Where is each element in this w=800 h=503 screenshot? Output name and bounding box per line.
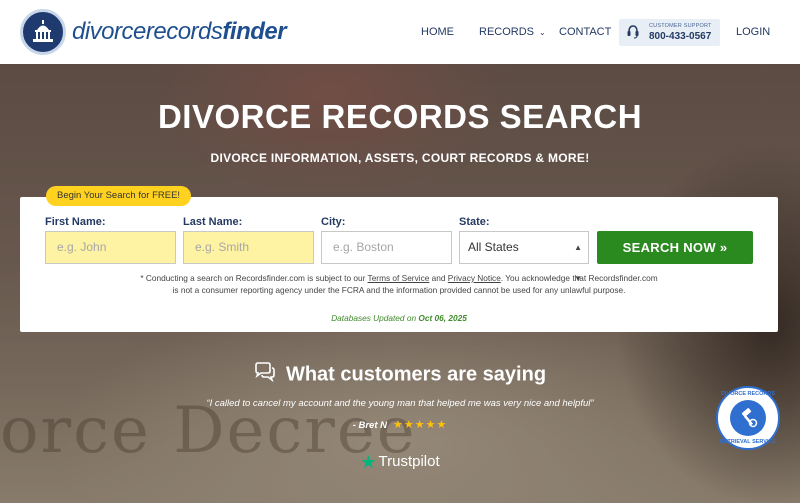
terms-of-service-link[interactable]: Terms of Service	[368, 273, 430, 283]
chat-bubbles-icon	[254, 362, 276, 388]
chevron-down-icon: ⌄	[539, 27, 546, 37]
testimonials-title: What customers are saying	[285, 363, 547, 386]
privacy-notice-link[interactable]: Privacy Notice	[448, 273, 501, 283]
logo-wordmark: divorcerecordsfinder	[72, 18, 287, 46]
city-label: City:	[321, 216, 346, 228]
search-now-button[interactable]: SEARCH NOW »	[597, 231, 753, 264]
state-select-value: All States	[468, 240, 519, 254]
trustpilot-label: Trustpilot	[378, 453, 440, 470]
last-name-label: Last Name:	[183, 216, 243, 228]
search-card	[20, 197, 778, 332]
site-header: divorcerecordsfinder HOME RECORDS ⌄ CONTA…	[0, 0, 800, 64]
logo-text-bold: finder	[222, 18, 287, 45]
support-label: CUSTOMER SUPPORT	[649, 23, 712, 29]
nav-login[interactable]: LOGIN	[736, 0, 770, 64]
trustpilot-star-icon: ★	[360, 452, 377, 472]
last-name-input[interactable]: e.g. Smith	[183, 231, 314, 264]
nav-home[interactable]: HOME	[421, 0, 454, 64]
page-title: DIVORCE RECORDS SEARCH	[157, 98, 643, 135]
testimonial-author: - Bret N	[352, 420, 387, 431]
nav-records-label: RECORDS	[479, 26, 535, 38]
gavel-icon	[730, 400, 766, 436]
nav-contact[interactable]: CONTACT	[559, 0, 611, 64]
five-star-rating-icon: ★★★★★	[393, 419, 448, 431]
nav-records[interactable]: RECORDS ⌄	[479, 0, 546, 64]
nav-home-label: HOME	[421, 26, 454, 38]
retrieval-badge-top: DIVORCE RECORDS	[720, 391, 776, 397]
free-search-badge: Begin Your Search for FREE!	[46, 186, 192, 206]
hero-section: orce Decree DIVORCE RECORDS SEARCH DIVOR…	[0, 64, 800, 503]
db-updated-date: Oct 06, 2025	[418, 313, 467, 323]
logo-text-thin: divorcerecords	[72, 18, 223, 45]
state-label: State:	[459, 216, 490, 228]
testimonial-author-row: - Bret N ★★★★★	[0, 418, 800, 431]
nav-login-label: LOGIN	[736, 26, 771, 38]
nav-contact-label: CONTACT	[559, 26, 612, 38]
disclaimer-line2: is not a consumer reporting agency under…	[172, 285, 626, 295]
capitol-seal-icon	[20, 9, 66, 55]
customer-support-box[interactable]: CUSTOMER SUPPORT 800-433-0567	[619, 19, 720, 46]
trustpilot-logo[interactable]: ★ Trustpilot	[0, 452, 800, 473]
disclaimer-part1: * Conducting a search on Recordsfinder.c…	[140, 273, 368, 283]
first-name-label: First Name:	[45, 216, 106, 228]
testimonials-heading: What customers are saying	[0, 362, 800, 388]
retrieval-service-badge[interactable]: DIVORCE RECORDS RETRIEVAL SERVICE	[716, 386, 780, 450]
databases-updated: Databases Updated on Oct 06, 2025	[20, 313, 778, 323]
headset-icon	[627, 25, 639, 44]
support-phone[interactable]: 800-433-0567	[649, 31, 711, 42]
state-select[interactable]: All States ▲ ▼	[459, 231, 589, 283]
first-name-input[interactable]: e.g. John	[45, 231, 176, 264]
page-subtitle: DIVORCE INFORMATION, ASSETS, COURT RECOR…	[210, 151, 590, 165]
site-logo[interactable]: divorcerecordsfinder	[20, 9, 287, 55]
search-disclaimer: * Conducting a search on Recordsfinder.c…	[20, 272, 778, 296]
city-input[interactable]: e.g. Boston	[321, 231, 452, 264]
testimonial-quote: “I called to cancel my account and the y…	[206, 398, 594, 409]
retrieval-badge-bottom: RETRIEVAL SERVICE	[719, 439, 777, 445]
db-updated-prefix: Databases Updated on	[331, 313, 419, 323]
disclaimer-part2: . You acknowledge that Recordsfinder.com	[500, 273, 658, 283]
disclaimer-and: and	[429, 273, 448, 283]
